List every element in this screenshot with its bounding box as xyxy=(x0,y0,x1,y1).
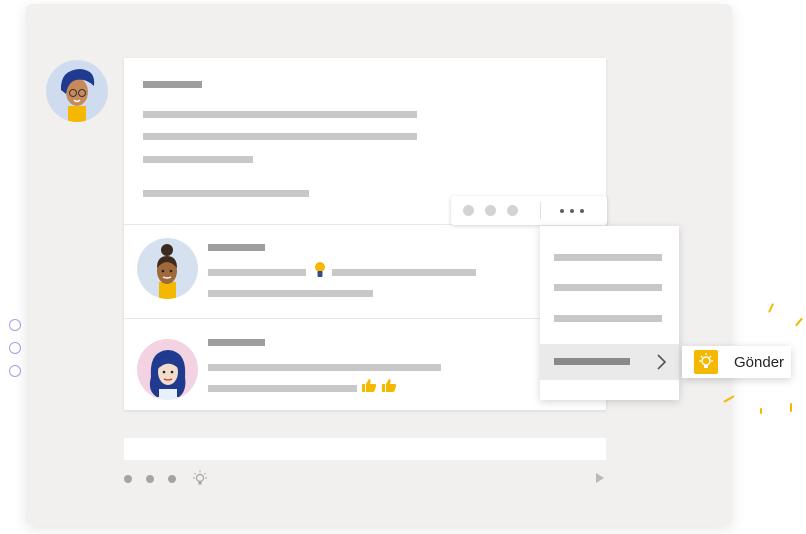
format-option-button[interactable] xyxy=(146,475,154,483)
menu-item[interactable] xyxy=(540,278,679,298)
more-options-menu xyxy=(540,226,679,400)
reply-divider xyxy=(124,318,606,319)
message-text-line xyxy=(143,190,309,197)
message-card xyxy=(124,58,606,410)
send-idea-label: Gönder xyxy=(734,354,785,371)
person-illustration-icon xyxy=(157,244,177,299)
menu-item-label xyxy=(554,284,662,291)
person-illustration-icon xyxy=(149,350,186,400)
send-idea-menu-item[interactable]: Gönder xyxy=(682,346,791,378)
compose-input[interactable] xyxy=(124,438,606,460)
lightbulb-icon xyxy=(315,262,325,277)
send-icon[interactable] xyxy=(595,472,605,484)
message-text-line xyxy=(143,111,417,118)
menu-item[interactable] xyxy=(540,248,679,268)
sparkle-decoration xyxy=(767,303,775,313)
sparkle-decoration xyxy=(760,408,762,414)
message-actions-toolbar xyxy=(451,196,607,225)
reply-author-placeholder xyxy=(208,244,265,251)
reaction-button[interactable] xyxy=(463,205,474,216)
format-option-button[interactable] xyxy=(124,475,132,483)
decorative-ring xyxy=(9,342,21,354)
reaction-button[interactable] xyxy=(507,205,518,216)
menu-item-label xyxy=(554,315,662,322)
lightbulb-icon[interactable] xyxy=(190,469,210,489)
lightbulb-icon xyxy=(694,350,718,374)
reply-text-line xyxy=(208,290,373,297)
reply-text-line xyxy=(208,364,441,371)
toolbar-divider xyxy=(540,202,541,219)
thumbs-up-icon xyxy=(362,379,377,392)
more-options-icon[interactable] xyxy=(551,196,601,225)
message-text-line xyxy=(143,133,417,140)
sparkle-decoration xyxy=(795,317,803,327)
thumbs-up-icon xyxy=(382,379,397,392)
reply-avatar[interactable] xyxy=(137,238,198,299)
reply-avatar[interactable] xyxy=(137,339,198,400)
message-author-placeholder xyxy=(143,81,202,88)
submenu: Gönder xyxy=(682,346,791,378)
reply-author-placeholder xyxy=(208,339,265,346)
sparkle-decoration xyxy=(790,403,792,412)
reply-text-line xyxy=(332,269,476,276)
menu-item-more-actions[interactable] xyxy=(540,344,679,380)
menu-item[interactable] xyxy=(540,309,679,329)
reply-text-line xyxy=(208,385,357,392)
person-illustration-icon xyxy=(60,69,95,122)
format-option-button[interactable] xyxy=(168,475,176,483)
decorative-ring xyxy=(9,365,21,377)
author-avatar[interactable] xyxy=(46,60,108,122)
menu-item-label xyxy=(554,358,630,365)
reaction-button[interactable] xyxy=(485,205,496,216)
message-text-line xyxy=(143,156,253,163)
decorative-ring xyxy=(9,319,21,331)
menu-item-label xyxy=(554,254,662,261)
reply-text-line xyxy=(208,269,306,276)
chevron-right-icon xyxy=(657,354,667,370)
